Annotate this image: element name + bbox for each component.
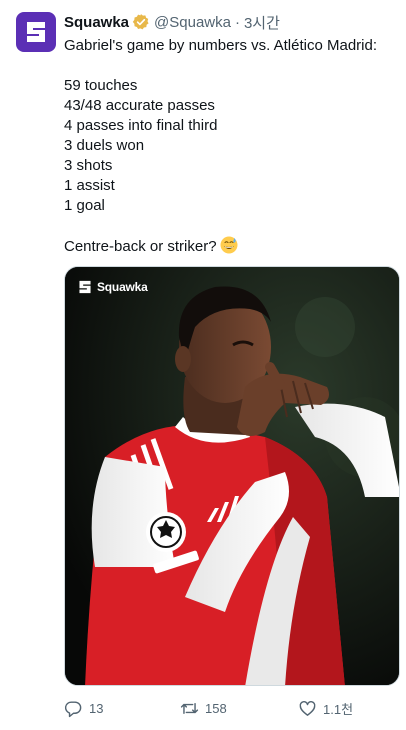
heart-icon [299,700,316,716]
tweet-line: 4 passes into final third [64,117,218,134]
media-watermark-text: Squawka [97,280,148,294]
tweet-line: 43/48 accurate passes [64,97,215,114]
tweet-line: 59 touches [64,77,138,94]
retweet-button[interactable]: 158 [180,699,227,718]
avatar[interactable] [16,12,56,52]
tweet-line: 3 duels won [64,137,145,154]
tweet-actions: 13 158 1.1천 [64,696,394,720]
tweet-text: Gabriel's game by numbers vs. Atlético M… [64,36,394,256]
retweet-count: 158 [205,700,227,716]
tweet-line: 1 goal [64,197,105,214]
tweet-line: Gabriel's game by numbers vs. Atlético M… [64,37,377,54]
author-handle[interactable]: @Squawka [154,14,231,31]
tweet-line: 1 assist [64,177,115,194]
like-count: 1.1천 [323,701,354,717]
author-name[interactable]: Squawka [64,14,129,31]
tweet-question: Centre-back or striker? [64,238,217,255]
reply-button[interactable]: 13 [64,699,103,718]
sweat-smile-emoji-icon [220,236,238,254]
player-photo [65,267,399,685]
like-button[interactable]: 1.1천 [298,699,353,718]
retweet-icon [180,702,199,714]
tweet-line: 3 shots [64,157,113,174]
squawka-logo-icon [79,280,91,294]
verified-badge-icon [132,14,149,30]
timestamp[interactable]: 3시간 [244,12,280,33]
media-watermark: Squawka [77,279,148,295]
reply-count: 13 [89,700,104,716]
tweet-media-image[interactable]: Squawka [64,266,400,686]
separator-dot: · [234,13,240,31]
reply-icon [64,700,82,717]
squawka-logo-icon [27,22,45,42]
tweet-question-line: Centre-back or striker? [64,236,394,256]
tweet-header: Squawka @Squawka · 3시간 [64,12,280,32]
